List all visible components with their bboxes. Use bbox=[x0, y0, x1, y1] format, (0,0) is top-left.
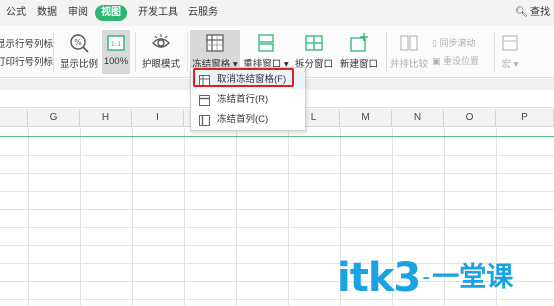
ribbon-divider bbox=[135, 32, 136, 72]
tab-cloud-service[interactable]: 云服务 bbox=[188, 5, 218, 21]
reset-position-label: 重设位置 bbox=[443, 56, 480, 66]
freeze-first-column-icon bbox=[199, 115, 210, 126]
watermark-latin: itk3 bbox=[337, 255, 421, 301]
column-header-g[interactable]: G bbox=[28, 109, 80, 127]
macro-text: 宏 bbox=[501, 59, 512, 70]
tab-data[interactable]: 数据 bbox=[37, 5, 57, 21]
search-button[interactable]: 🔍︎ 查找 bbox=[515, 5, 550, 21]
chevron-down-icon: ▾ bbox=[511, 59, 519, 70]
column-header-m[interactable]: M bbox=[340, 109, 392, 127]
split-window-icon bbox=[305, 35, 323, 51]
tab-formula[interactable]: 公式 bbox=[6, 5, 26, 21]
watermark-chinese: 一堂课 bbox=[432, 262, 514, 293]
grid-line bbox=[0, 209, 554, 210]
macro-icon bbox=[502, 35, 518, 51]
grid-line bbox=[0, 173, 554, 174]
grid-line bbox=[0, 191, 554, 192]
freeze-first-row-icon bbox=[199, 95, 210, 106]
watermark-separator: - bbox=[422, 265, 431, 290]
watermark-logo: itk3-一堂课 bbox=[337, 256, 513, 300]
macro-button[interactable]: 宏 ▾ bbox=[497, 30, 523, 74]
menu-tab-bar: 公式 数据 审阅 视图 开发工具 云服务 🔍︎ 查找 bbox=[0, 0, 554, 26]
reset-position-button[interactable]: ▣ 重设位置 bbox=[432, 54, 479, 67]
eye-mode-button[interactable]: 护眼模式 bbox=[138, 30, 184, 74]
checkbox-show-row-col-headers[interactable]: 显示行号列标 bbox=[0, 36, 53, 50]
side-by-side-label: 并排比较 bbox=[389, 59, 428, 70]
eye-icon bbox=[152, 34, 170, 48]
column-header-n[interactable]: N bbox=[392, 109, 444, 127]
sync-scroll-button[interactable]: ▯ 同步滚动 bbox=[432, 36, 475, 49]
ribbon-divider bbox=[53, 32, 54, 72]
column-header-h[interactable]: H bbox=[80, 109, 132, 127]
checkbox-print-row-col-headers[interactable]: 打印行号列标 bbox=[0, 54, 53, 68]
search-icon: 🔍︎ bbox=[515, 7, 528, 18]
menu-item-label: 冻结首行(R) bbox=[217, 94, 269, 105]
zoom-100-button[interactable]: 1:1 100% bbox=[102, 30, 130, 74]
freeze-panes-icon bbox=[206, 34, 224, 52]
side-by-side-icon bbox=[400, 35, 418, 51]
tab-developer[interactable]: 开发工具 bbox=[138, 5, 178, 21]
column-header-o[interactable]: O bbox=[444, 109, 496, 127]
ribbon-divider bbox=[386, 32, 387, 72]
reset-position-icon: ▣ bbox=[432, 56, 444, 66]
column-header-i[interactable]: I bbox=[132, 109, 184, 127]
column-header-partial[interactable] bbox=[0, 109, 28, 127]
show-ratio-button[interactable]: % 显示比例 bbox=[58, 30, 100, 74]
rearrange-windows-icon bbox=[258, 34, 274, 52]
search-label: 查找 bbox=[530, 7, 550, 18]
column-header-p[interactable]: P bbox=[496, 109, 554, 127]
ribbon-divider bbox=[187, 32, 188, 72]
zoom-100-icon: 1:1 bbox=[107, 35, 125, 51]
ribbon-divider bbox=[494, 32, 495, 72]
grid-line bbox=[0, 155, 554, 156]
zoom-100-label: 100% bbox=[103, 56, 129, 67]
new-window-label: 新建窗口 bbox=[339, 59, 378, 70]
tab-view[interactable]: 视图 bbox=[95, 5, 127, 21]
freeze-divider-line bbox=[0, 136, 554, 137]
macro-label: 宏 ▾ bbox=[497, 56, 523, 70]
svg-text:%: % bbox=[74, 38, 82, 47]
tab-review[interactable]: 审阅 bbox=[68, 5, 88, 21]
new-window-button[interactable]: 新建窗口 bbox=[337, 30, 381, 74]
highlight-box bbox=[193, 68, 294, 87]
menu-item-freeze-first-row[interactable]: 冻结首行(R) bbox=[191, 91, 305, 109]
grid-line bbox=[0, 245, 554, 246]
new-window-icon bbox=[350, 33, 368, 52]
zoom-ratio-icon: % bbox=[70, 34, 89, 53]
menu-item-label: 冻结首列(C) bbox=[217, 114, 269, 125]
side-by-side-button[interactable]: 并排比较 bbox=[389, 30, 429, 74]
grid-line bbox=[0, 227, 554, 228]
eye-mode-label: 护眼模式 bbox=[141, 59, 180, 70]
sync-scroll-label: 同步滚动 bbox=[439, 38, 476, 48]
show-ratio-label: 显示比例 bbox=[59, 59, 98, 70]
svg-text:1:1: 1:1 bbox=[111, 40, 121, 48]
menu-item-freeze-first-column[interactable]: 冻结首列(C) bbox=[191, 111, 305, 129]
